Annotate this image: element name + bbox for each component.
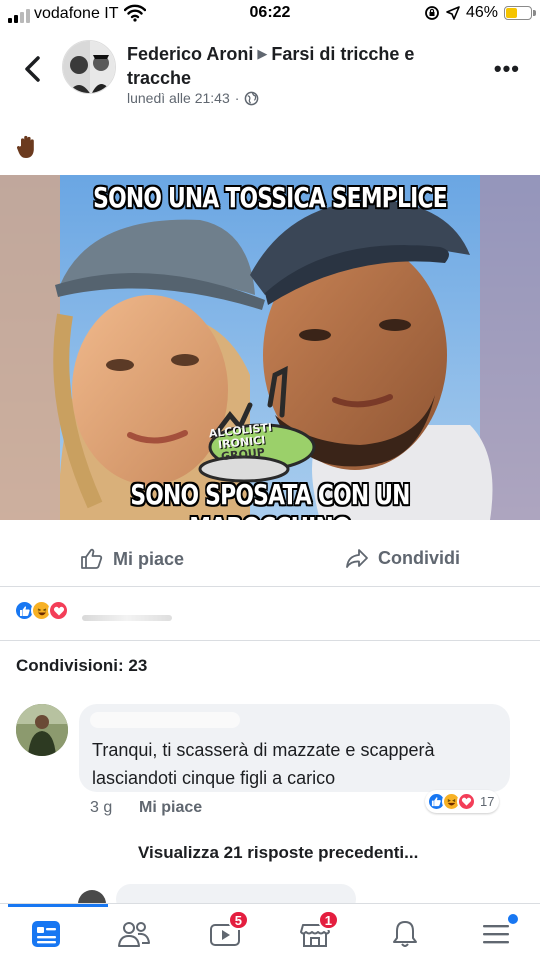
meme-top-text: SONO UNA TOSSICA SEMPLICE bbox=[93, 181, 448, 214]
comment-like-button[interactable]: Mi piace bbox=[139, 799, 202, 817]
redacted-names bbox=[82, 615, 172, 621]
redacted-commenter-name bbox=[90, 712, 240, 728]
share-arrow-icon bbox=[346, 549, 368, 568]
commenter-avatar[interactable] bbox=[16, 704, 68, 756]
screen-lock-icon bbox=[425, 6, 439, 20]
tab-friends[interactable] bbox=[116, 916, 152, 952]
author-avatar[interactable] bbox=[62, 40, 116, 94]
meme-photo bbox=[0, 175, 540, 520]
bell-icon bbox=[393, 921, 417, 947]
tab-news-feed[interactable] bbox=[28, 916, 64, 952]
hamburger-menu-icon bbox=[483, 925, 509, 944]
more-options-icon[interactable]: ••• bbox=[494, 56, 520, 82]
battery-percent: 46% bbox=[465, 4, 498, 21]
tab-marketplace[interactable]: 1 bbox=[297, 910, 339, 952]
watch-badge: 5 bbox=[227, 910, 249, 930]
tab-watch[interactable]: 5 bbox=[207, 910, 249, 952]
thumbs-up-icon bbox=[81, 548, 103, 569]
caret-right-icon: ▶ bbox=[257, 46, 268, 61]
meta-separator: · bbox=[234, 90, 240, 106]
comment-reactions[interactable]: 17 bbox=[425, 790, 500, 813]
comment-reaction-count: 17 bbox=[480, 794, 495, 809]
comment-text: Tranqui, ti scasserà di mazzate e scappe… bbox=[92, 740, 435, 788]
view-previous-replies-link[interactable]: Visualizza 21 risposte precedenti... bbox=[138, 843, 418, 863]
friends-icon bbox=[118, 922, 150, 947]
battery-icon bbox=[504, 6, 536, 20]
comment-time: 3 g bbox=[90, 799, 113, 816]
love-reaction-icon bbox=[48, 600, 69, 621]
meme-bottom-text: SONO SPOSATA CON UN MAROCCHINO bbox=[130, 478, 410, 520]
raised-hand-emoji bbox=[16, 135, 34, 158]
menu-notification-dot bbox=[508, 914, 518, 924]
tab-menu[interactable] bbox=[478, 914, 518, 952]
post-author-line[interactable]: Federico Aroni ▶ Farsi di tricche e tracch… bbox=[127, 42, 467, 90]
active-tab-indicator bbox=[8, 904, 108, 907]
post-meta: lunedì alle 21:43 · bbox=[127, 90, 259, 106]
post-timestamp[interactable]: lunedì alle 21:43 bbox=[127, 90, 230, 106]
post-actions: Mi piace Condividi bbox=[0, 535, 540, 587]
like-button[interactable]: Mi piace bbox=[80, 547, 184, 571]
love-reaction-icon bbox=[457, 792, 476, 811]
location-icon bbox=[446, 6, 460, 20]
bottom-navigation: 5 1 bbox=[0, 903, 540, 960]
share-button[interactable]: Condividi bbox=[345, 547, 460, 569]
tab-notifications[interactable] bbox=[387, 916, 423, 952]
post-reactions[interactable] bbox=[14, 600, 69, 621]
like-label: Mi piace bbox=[113, 548, 185, 569]
meme-watermark: ALCOLISTI IRONICI GROUP bbox=[208, 420, 273, 464]
author-name[interactable]: Federico Aroni bbox=[127, 44, 253, 64]
globe-icon bbox=[245, 91, 259, 105]
post-image[interactable]: SONO UNA TOSSICA SEMPLICE SONO SPOSATA C… bbox=[0, 175, 540, 520]
back-icon[interactable] bbox=[18, 52, 48, 86]
divider bbox=[0, 640, 540, 641]
shares-count[interactable]: Condivisioni: 23 bbox=[16, 656, 147, 676]
news-feed-icon bbox=[32, 921, 60, 947]
share-label: Condividi bbox=[378, 547, 460, 568]
marketplace-badge: 1 bbox=[317, 910, 339, 930]
status-bar: vodafone IT 06:22 46% bbox=[0, 0, 540, 30]
